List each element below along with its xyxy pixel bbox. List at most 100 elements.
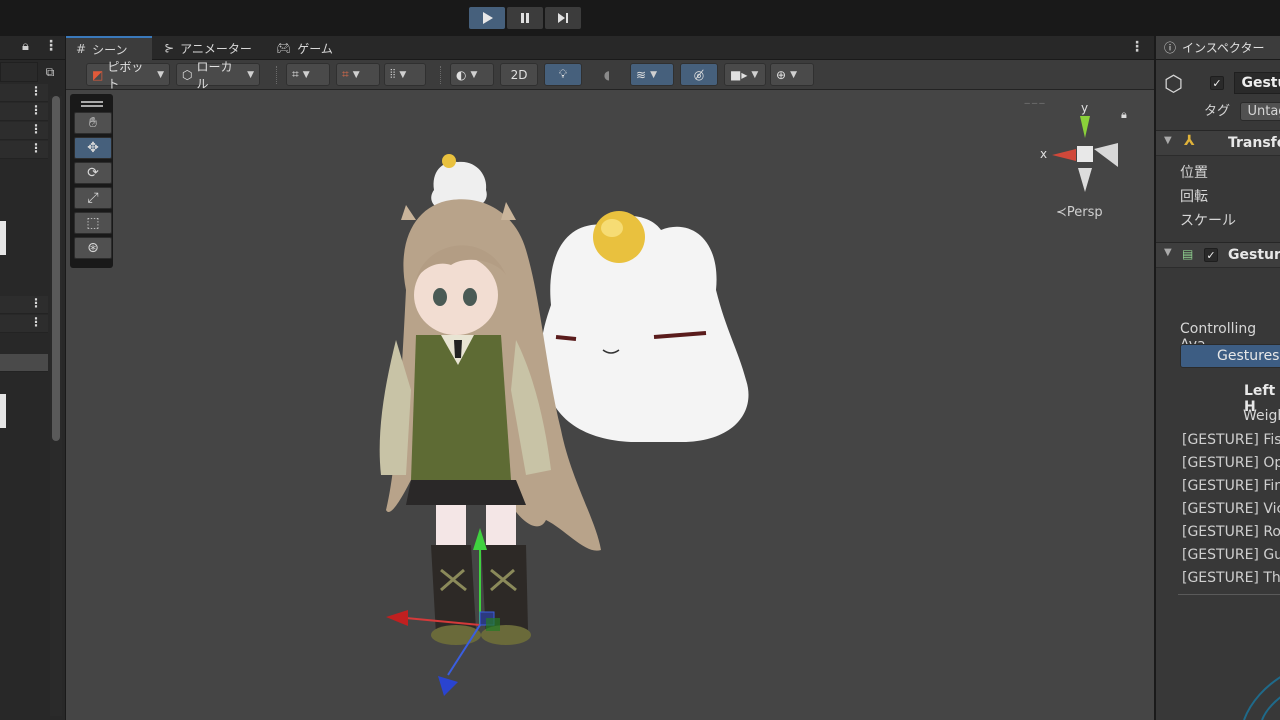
active-checkbox[interactable]: ✓ bbox=[1210, 76, 1224, 90]
scene-tab-bar: # シーン ⊱ アニメーター 🎮︎ ゲーム ⋮ bbox=[66, 36, 1154, 60]
inspector-tab[interactable]: ⓘ インスペクター bbox=[1156, 36, 1280, 60]
step-button[interactable] bbox=[545, 7, 581, 29]
increment-snap-icon: ⌗ bbox=[342, 67, 349, 81]
scene-viewport[interactable]: ✋︎ ✥ ⟳ ⤢ ⬚ ⊛ y x ≺Persp 🔒︎ ‒‒‒ bbox=[66, 90, 1154, 720]
gesture-item[interactable]: [GESTURE] Fin bbox=[1182, 478, 1280, 494]
transform-component-header[interactable]: ▼ ⅄ Transfo bbox=[1156, 130, 1280, 156]
tab-game[interactable]: 🎮︎ ゲーム bbox=[266, 36, 343, 60]
camera-icon: ■▸ bbox=[730, 67, 748, 82]
play-button[interactable] bbox=[469, 7, 505, 29]
lock-icon[interactable]: 🔒︎ bbox=[22, 39, 29, 54]
corner-decoration bbox=[1243, 676, 1280, 720]
step-icon bbox=[558, 13, 568, 23]
gizmos-dropdown[interactable]: ⊕ ▼ bbox=[770, 63, 814, 86]
2d-toggle-button[interactable]: 2D bbox=[500, 63, 538, 86]
transform-axes-icon: ⅄ bbox=[1184, 133, 1195, 149]
effects-layers-icon: ≋ bbox=[636, 67, 647, 82]
chevron-down-icon: ▼ bbox=[352, 69, 360, 80]
gesture-item[interactable]: [GESTURE] Th bbox=[1182, 570, 1280, 586]
scene-render bbox=[379, 154, 749, 696]
tab-animator[interactable]: ⊱ アニメーター bbox=[154, 36, 262, 60]
row-menu-icon[interactable]: ⋮ bbox=[30, 315, 42, 329]
row-menu-icon[interactable]: ⋮ bbox=[30, 122, 42, 136]
chevron-down-icon: ▼ bbox=[157, 69, 164, 80]
scene-toolbar: ◩ ピボット ▼ ⬡ ローカル ▼ ⌗ ▼ ⌗ ▼ ⦙⦙ ▼ ◐ ▼ 2D 💡︎… bbox=[66, 60, 1154, 91]
chevron-down-icon: ▼ bbox=[247, 69, 254, 80]
scale-label: スケール bbox=[1180, 213, 1236, 229]
grid-snap-icon: ⌗ bbox=[292, 67, 299, 81]
pause-icon bbox=[521, 13, 529, 23]
gesture-item[interactable]: [GESTURE] Gu bbox=[1182, 547, 1280, 563]
script-component-header[interactable]: ▼ ▤ ✓ Gesture bbox=[1156, 242, 1280, 268]
script-file-icon: ▤ bbox=[1182, 247, 1194, 261]
shading-mode-dropdown[interactable]: ◐ ▼ bbox=[450, 63, 494, 86]
row-menu-icon[interactable]: ⋮ bbox=[30, 84, 42, 98]
tab-label: シーン bbox=[92, 42, 128, 57]
row-menu-icon[interactable]: ⋮ bbox=[30, 296, 42, 310]
hierarchy-scene-marker bbox=[0, 394, 6, 428]
object-name-field[interactable]: Gestu bbox=[1234, 72, 1280, 94]
search-scene-icon[interactable]: ⧉ bbox=[40, 62, 60, 82]
gesture-item[interactable]: [GESTURE] Fis bbox=[1182, 432, 1280, 448]
orientation-gizmo[interactable]: y x bbox=[1036, 100, 1126, 210]
gesture-item[interactable]: [GESTURE] Op bbox=[1182, 455, 1280, 471]
rotation-label: 回転 bbox=[1180, 189, 1208, 205]
grid-icon: # bbox=[76, 42, 87, 56]
chevron-down-icon: ▼ bbox=[650, 69, 657, 80]
pivot-icon: ◩ bbox=[92, 67, 104, 82]
scene-visibility-button[interactable]: ◎̸ bbox=[680, 63, 718, 86]
section-divider bbox=[1178, 594, 1280, 595]
gizmo-axis-y: y bbox=[1081, 101, 1088, 115]
hierarchy-search-input[interactable] bbox=[0, 62, 38, 82]
unity-editor-window: 🔒︎ ⋮ ⧉ ⋮ ⋮ ⋮ ⋮ ⋮ ⋮ # シーン ⊱ アニメーター 🎮︎ ゲーム… bbox=[0, 0, 1280, 720]
component-enabled-checkbox[interactable]: ✓ bbox=[1204, 248, 1218, 262]
hierarchy-row-selected[interactable] bbox=[0, 354, 48, 372]
audio-icon: ◖ bbox=[603, 67, 611, 82]
hierarchy-scene-marker bbox=[0, 221, 6, 255]
perspective-label[interactable]: ≺Persp bbox=[1056, 205, 1103, 220]
gestures-button[interactable]: Gestures bbox=[1180, 344, 1280, 368]
chevron-down-icon: ▼ bbox=[470, 69, 478, 80]
chevron-down-icon: ▼ bbox=[302, 69, 310, 80]
local-label: ローカル bbox=[196, 59, 233, 91]
inspector-panel: ⓘ インスペクター ⬡ ✓ Gestu タグ Untag ▼ ⅄ Transfo… bbox=[1154, 36, 1280, 720]
ruler-dropdown[interactable]: ⦙⦙ ▼ bbox=[384, 63, 426, 86]
shading-sphere-icon: ◐ bbox=[456, 67, 467, 82]
tab-scene[interactable]: # シーン bbox=[66, 36, 152, 60]
gesture-item[interactable]: [GESTURE] Vic bbox=[1182, 501, 1280, 517]
lighting-toggle-button[interactable]: 💡︎ bbox=[544, 63, 582, 86]
tag-label: タグ bbox=[1204, 104, 1231, 119]
camera-dropdown[interactable]: ■▸ ▼ bbox=[724, 63, 766, 86]
scrollbar-thumb[interactable] bbox=[52, 96, 60, 441]
gesture-item[interactable]: [GESTURE] Ro bbox=[1182, 524, 1280, 540]
hierarchy-scrollbar[interactable] bbox=[50, 96, 62, 716]
row-menu-icon[interactable]: ⋮ bbox=[30, 103, 42, 117]
transform-title: Transfo bbox=[1228, 135, 1280, 151]
row-menu-icon[interactable]: ⋮ bbox=[30, 141, 42, 155]
pivot-label: ピボット bbox=[107, 59, 144, 91]
chevron-down-icon: ▼ bbox=[399, 69, 407, 80]
audio-toggle-button[interactable]: ◖ bbox=[588, 63, 626, 86]
hidden-eye-icon: ◎̸ bbox=[693, 67, 705, 82]
pause-button[interactable] bbox=[507, 7, 543, 29]
gizmos-globe-icon: ⊕ bbox=[776, 67, 787, 82]
local-dropdown[interactable]: ⬡ ローカル ▼ bbox=[176, 60, 260, 91]
increment-snap-dropdown[interactable]: ⌗ ▼ bbox=[336, 63, 380, 86]
pivot-dropdown[interactable]: ◩ ピボット ▼ bbox=[86, 60, 170, 91]
grid-snap-dropdown[interactable]: ⌗ ▼ bbox=[286, 63, 330, 86]
scene-menu-button[interactable]: ⋮ bbox=[1130, 39, 1144, 55]
effects-dropdown[interactable]: ≋ ▼ bbox=[630, 63, 674, 86]
position-label: 位置 bbox=[1180, 165, 1208, 181]
hierarchy-panel: 🔒︎ ⋮ ⧉ ⋮ ⋮ ⋮ ⋮ ⋮ ⋮ bbox=[0, 36, 66, 720]
script-title: Gesture bbox=[1228, 247, 1280, 263]
chevron-down-icon: ▼ bbox=[790, 69, 797, 80]
hierarchy-menu-button[interactable]: ⋮ bbox=[44, 38, 58, 54]
tag-dropdown[interactable]: Untag bbox=[1240, 102, 1280, 121]
toolbar-divider bbox=[276, 66, 278, 84]
info-icon: ⓘ bbox=[1164, 41, 1177, 55]
ruler-icon: ⦙⦙ bbox=[390, 67, 396, 81]
inspector-tab-label: インスペクター bbox=[1182, 41, 1265, 55]
tag-row: タグ Untag bbox=[1204, 100, 1280, 121]
view-lock-icon[interactable]: 🔒︎ bbox=[1121, 108, 1127, 122]
play-icon bbox=[483, 12, 493, 24]
